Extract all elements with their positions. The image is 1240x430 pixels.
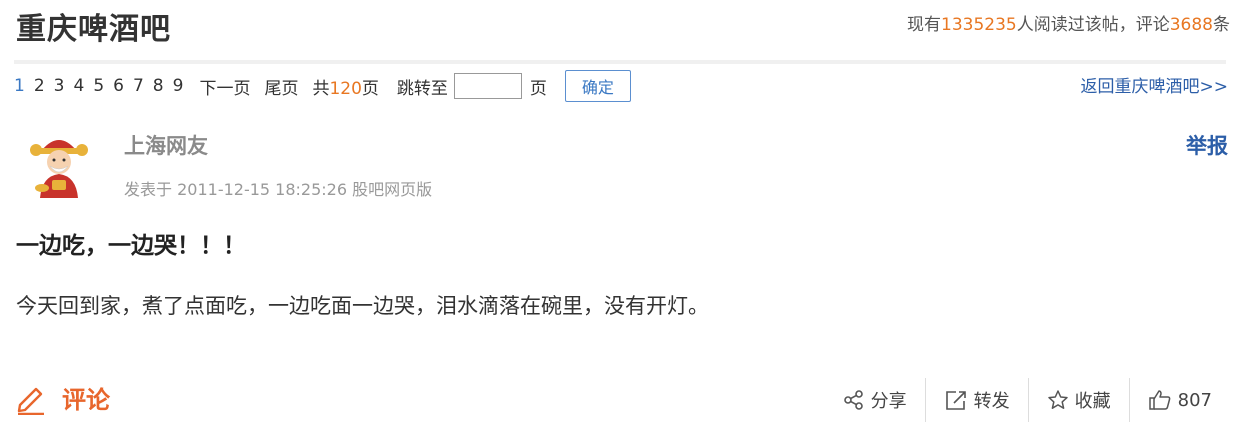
total-pages: 共120页 [312, 74, 378, 99]
post-body: 今天回到家，煮了点面吃，一边吃面一边哭，泪水滴落在碗里，没有开灯。 [16, 294, 709, 318]
page-link-9[interactable]: 9 [173, 76, 184, 96]
comments-count: 3688 [1169, 15, 1213, 35]
post-author-name[interactable]: 上海网友 [124, 130, 208, 160]
like-button[interactable]: 807 [1130, 378, 1230, 422]
page-link-3[interactable]: 3 [54, 76, 65, 96]
page-unit-label: 页 [529, 78, 547, 99]
last-page-link[interactable]: 尾页 [264, 74, 298, 99]
post-source: 股吧网页版 [352, 180, 433, 199]
favorite-button[interactable]: 收藏 [1029, 378, 1129, 422]
share-label: 分享 [870, 391, 907, 412]
header-divider [14, 60, 1226, 64]
share-button[interactable]: 分享 [825, 378, 925, 422]
back-to-forum-link[interactable]: 返回重庆啤酒吧>> [1081, 72, 1229, 97]
forward-label: 转发 [973, 391, 1010, 412]
next-page-link[interactable]: 下一页 [199, 74, 250, 99]
thread-stats: 现有1335235人阅读过该帖，评论3688条 [907, 10, 1230, 35]
favorite-label: 收藏 [1074, 391, 1111, 412]
post-timestamp: 2011-12-15 18:25:26 [177, 180, 348, 199]
pencil-icon [17, 387, 44, 415]
total-prefix: 共 [312, 78, 330, 99]
post-meta: 发表于 2011-12-15 18:25:26 股吧网页版 [124, 176, 432, 200]
comment-label: 评论 [62, 386, 110, 414]
page-link-2[interactable]: 2 [34, 76, 45, 96]
page-link-6[interactable]: 6 [113, 76, 124, 96]
total-suffix: 页 [361, 78, 379, 99]
share-icon [843, 390, 863, 410]
like-count: 807 [1177, 389, 1212, 411]
stats-mid: 人阅读过该帖，评论 [1016, 15, 1170, 35]
star-icon [1047, 390, 1068, 409]
forward-button[interactable]: 转发 [926, 378, 1028, 422]
pagination: 1 2 3 4 5 6 7 8 9 下一页 尾页 共120页 跳转至 页 确定 [14, 70, 631, 102]
caishen-avatar-icon [22, 128, 96, 202]
report-button[interactable]: 举报 [1186, 130, 1228, 160]
stats-prefix: 现有 [907, 15, 942, 35]
total-pages-count: 120 [329, 78, 362, 99]
post-title: 一边吃，一边哭！！！ [16, 233, 246, 259]
jump-label: 跳转至 [396, 78, 448, 99]
action-bar: 评论 分享 转发 收藏 807 [0, 372, 1240, 428]
page-link-8[interactable]: 8 [153, 76, 164, 96]
page-link-5[interactable]: 5 [93, 76, 104, 96]
meta-prefix: 发表于 [124, 180, 173, 199]
stats-suffix: 条 [1213, 15, 1230, 35]
jump-confirm-button[interactable]: 确定 [564, 70, 631, 102]
avatar[interactable] [22, 128, 96, 202]
forward-icon [945, 391, 966, 410]
page-link-7[interactable]: 7 [133, 76, 144, 96]
jump-page-input[interactable] [453, 73, 522, 99]
readers-count: 1335235 [941, 15, 1017, 35]
thumbs-up-icon [1148, 390, 1170, 410]
forum-title[interactable]: 重庆啤酒吧 [16, 4, 171, 48]
thread-header: 重庆啤酒吧 现有1335235人阅读过该帖，评论3688条 [0, 0, 1240, 56]
page-link-4[interactable]: 4 [73, 76, 84, 96]
comment-button[interactable]: 评论 [14, 380, 110, 415]
post-actions: 分享 转发 收藏 807 [825, 378, 1230, 422]
page-link-1[interactable]: 1 [14, 76, 25, 96]
